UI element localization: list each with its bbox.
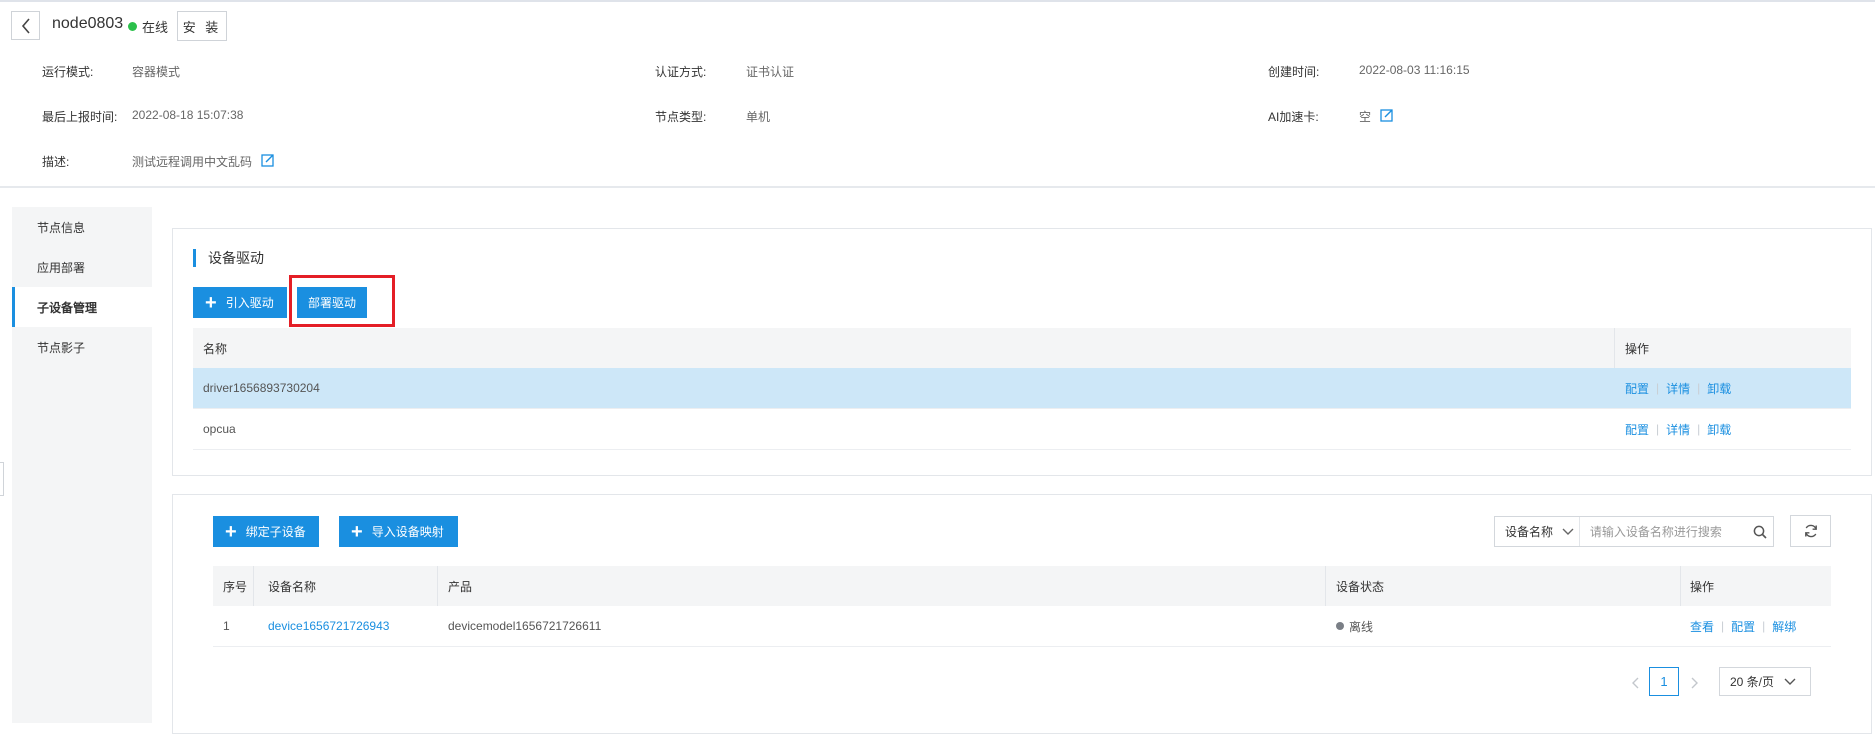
import-driver-button[interactable]: + 引入驱动 xyxy=(193,287,287,318)
back-button[interactable] xyxy=(11,11,40,40)
driver-row[interactable]: opcua 配置 | 详情 | 卸载 xyxy=(193,409,1851,450)
next-page-button[interactable] xyxy=(1685,669,1705,697)
top-border xyxy=(0,0,1875,2)
chevron-right-icon xyxy=(1691,677,1698,689)
configure-link[interactable]: 配置 xyxy=(1625,380,1649,397)
import-mapping-button[interactable]: + 导入设备映射 xyxy=(339,516,458,547)
device-row[interactable]: 1 device1656721726943 devicemodel1656721… xyxy=(213,606,1831,647)
page-size-label: 20 条/页 xyxy=(1730,675,1775,689)
configure-link[interactable]: 配置 xyxy=(1731,618,1755,635)
search-input[interactable] xyxy=(1579,516,1747,547)
col-name: 名称 xyxy=(203,341,228,356)
last-report-label: 最后上报时间: xyxy=(42,110,118,124)
device-table-header: 序号 设备名称 产品 设备状态 操作 xyxy=(213,566,1831,606)
prev-page-button[interactable] xyxy=(1625,669,1645,697)
offline-dot-icon xyxy=(1336,622,1344,630)
desc-label: 描述: xyxy=(42,155,70,169)
device-status-text: 离线 xyxy=(1349,619,1374,634)
col-separator xyxy=(437,566,438,606)
refresh-icon xyxy=(1804,524,1817,538)
driver-row-actions: 配置 | 详情 | 卸载 xyxy=(1625,421,1732,438)
import-mapping-label: 导入设备映射 xyxy=(371,525,444,539)
device-row-actions: 查看 | 配置 | 解绑 xyxy=(1690,618,1797,635)
edit-desc-icon[interactable] xyxy=(261,153,275,167)
nav-item-app-deploy[interactable]: 应用部署 xyxy=(12,247,152,287)
node-type-value: 单机 xyxy=(746,110,771,124)
created-value: 2022-08-03 11:16:15 xyxy=(1359,63,1470,77)
driver-row[interactable]: driver1656893730204 配置 | 详情 | 卸载 xyxy=(193,368,1851,409)
left-nav: 节点信息 应用部署 子设备管理 节点影子 xyxy=(12,207,152,723)
chevron-down-icon xyxy=(1784,678,1796,685)
install-button[interactable]: 安 装 xyxy=(177,11,227,41)
chevron-down-icon xyxy=(1562,528,1574,535)
col-product: 产品 xyxy=(448,579,473,594)
node-status: 在线 xyxy=(128,17,168,36)
page-number-current[interactable]: 1 xyxy=(1649,667,1679,696)
plus-icon: + xyxy=(351,520,363,543)
created-label: 创建时间: xyxy=(1268,65,1320,79)
run-mode-value: 容器模式 xyxy=(132,65,181,79)
device-name-link[interactable]: device1656721726943 xyxy=(268,606,389,646)
col-separator xyxy=(1680,566,1681,606)
bind-subdevice-button[interactable]: + 绑定子设备 xyxy=(213,516,319,547)
details-link[interactable]: 详情 xyxy=(1666,421,1690,438)
auth-value: 证书认证 xyxy=(746,65,795,79)
col-ops: 操作 xyxy=(1690,579,1715,594)
node-type-label: 节点类型: xyxy=(655,110,707,124)
configure-link[interactable]: 配置 xyxy=(1625,421,1649,438)
edit-ai-card-icon[interactable] xyxy=(1380,108,1394,122)
device-search: 设备名称 xyxy=(1494,516,1774,547)
col-status: 设备状态 xyxy=(1336,579,1385,594)
nav-item-node-info[interactable]: 节点信息 xyxy=(12,207,152,247)
desc-value: 测试远程调用中文乱码 xyxy=(132,155,253,169)
search-field-select[interactable]: 设备名称 xyxy=(1495,517,1580,546)
uninstall-link[interactable]: 卸载 xyxy=(1707,380,1731,397)
node-name: node0803 xyxy=(52,15,124,32)
col-index: 序号 xyxy=(223,579,248,594)
nav-item-subdevice[interactable]: 子设备管理 xyxy=(12,287,152,327)
import-driver-label: 引入驱动 xyxy=(225,296,274,310)
driver-name: driver1656893730204 xyxy=(203,381,320,395)
ai-card-label: AI加速卡: xyxy=(1268,110,1319,124)
nav-item-node-shadow[interactable]: 节点影子 xyxy=(12,327,152,367)
chevron-left-icon xyxy=(1632,677,1639,689)
page-size-select[interactable]: 20 条/页 xyxy=(1719,667,1811,696)
unbind-link[interactable]: 解绑 xyxy=(1772,618,1796,635)
driver-name: opcua xyxy=(203,422,236,436)
refresh-button[interactable] xyxy=(1790,515,1831,547)
online-dot-icon xyxy=(128,22,137,31)
ai-card-value: 空 xyxy=(1359,110,1372,124)
header-divider xyxy=(0,186,1875,188)
node-status-text: 在线 xyxy=(142,20,169,35)
col-separator xyxy=(253,566,254,606)
last-report-value: 2022-08-18 15:07:38 xyxy=(132,108,244,122)
plus-icon: + xyxy=(205,291,217,314)
chevron-left-icon xyxy=(21,17,30,34)
search-field-label: 设备名称 xyxy=(1505,525,1554,539)
plus-icon: + xyxy=(225,520,237,543)
side-collapse-handle[interactable] xyxy=(0,462,4,496)
col-device-name: 设备名称 xyxy=(268,579,317,594)
col-ops: 操作 xyxy=(1625,341,1650,356)
bind-subdevice-label: 绑定子设备 xyxy=(245,525,306,539)
driver-section-title: 设备驱动 xyxy=(193,249,264,267)
highlight-annotation xyxy=(289,275,395,327)
uninstall-link[interactable]: 卸载 xyxy=(1707,421,1731,438)
run-mode-label: 运行模式: xyxy=(42,65,94,79)
search-icon[interactable] xyxy=(1747,525,1773,539)
device-status: 离线 xyxy=(1336,606,1373,646)
auth-label: 认证方式: xyxy=(655,65,707,79)
device-index: 1 xyxy=(223,619,230,633)
driver-row-actions: 配置 | 详情 | 卸载 xyxy=(1625,380,1732,397)
device-product: devicemodel1656721726611 xyxy=(448,619,602,633)
view-link[interactable]: 查看 xyxy=(1690,618,1714,635)
details-link[interactable]: 详情 xyxy=(1666,380,1690,397)
col-separator xyxy=(1614,328,1615,368)
col-separator xyxy=(1325,566,1326,606)
driver-table-header: 名称 操作 xyxy=(193,328,1851,368)
